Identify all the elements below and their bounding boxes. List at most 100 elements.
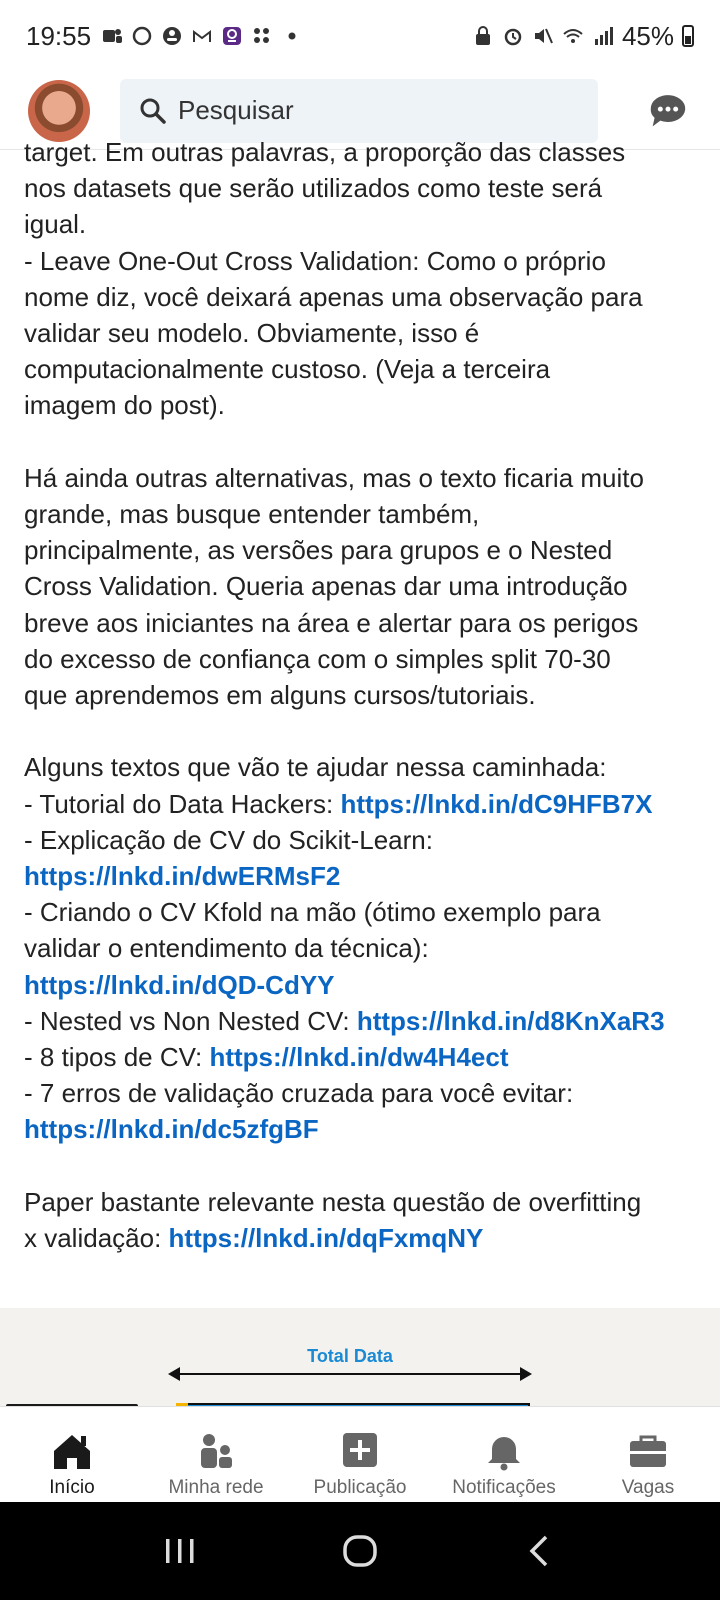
post-line-text: igual. [24,209,87,240]
status-time: 19:55 [26,20,92,51]
post-line: target. Em outras palavras, a proporção … [24,140,714,170]
post-line: igual. [24,206,714,242]
post-line-text: nos datasets que serão utilizados como t… [24,173,603,204]
post-line: validar seu modelo. Obviamente, isso é [24,315,714,351]
nav-label-notifications: Notificações [452,1477,556,1498]
nav-item-home[interactable]: Início [0,1407,144,1502]
post-line [24,1148,714,1184]
gmail-icon [193,30,212,42]
post-body: target. Em outras palavras, a proporção … [0,140,720,1308]
post-line-text: - Nested vs Non Nested CV: [24,1005,357,1036]
recents-icon[interactable] [160,1531,200,1571]
search-bar[interactable] [120,78,598,143]
post-line-text: breve aos iniciantes na área e alertar p… [24,607,639,638]
post-line-text: - Tutorial do Data Hackers: [24,788,341,819]
nav-label-jobs: Vagas [621,1477,675,1498]
lock-icon [475,26,490,45]
arrow-right-icon [520,1367,532,1381]
post-line: validar o entendimento da técnica): [24,930,714,966]
post-line-text: validar o entendimento da técnica): [24,933,429,964]
account-icon [163,27,182,45]
status-bar: 19:55 45% [0,0,720,72]
post-line-text: Cross Validation. Queria apenas dar uma … [24,571,628,602]
search-icon [140,98,166,124]
post-line: https://lnkd.in/dQD-CdYY [24,967,714,1003]
nav-label-home: Início [49,1477,95,1498]
post-link[interactable]: https://lnkd.in/d8KnXaR3 [357,1006,665,1036]
nav-item-notifications[interactable]: Notificações [432,1407,576,1502]
post-line-text: - 7 erros de validação cruzada para você… [24,1078,574,1109]
post-line: Paper bastante relevante nesta questão d… [24,1184,714,1220]
post-line: https://lnkd.in/dc5zfgBF [24,1111,714,1147]
signal-icon [594,27,613,45]
post-line-text: target. Em outras palavras, a proporção … [24,140,626,167]
battery-icon [682,25,694,47]
post-line: - Explicação de CV do Scikit-Learn: [24,822,714,858]
post-line-text: que aprendemos em alguns cursos/tutoriai… [24,680,536,711]
post-line: - 7 erros de validação cruzada para você… [24,1075,714,1111]
home-circle-icon[interactable] [340,1531,380,1571]
post-line-text: do excesso de confiança com o simples sp… [24,643,611,674]
post-line: principalmente, as versões para grupos e… [24,532,714,568]
nav-item-jobs[interactable]: Vagas [576,1407,720,1502]
post-line: que aprendemos em alguns cursos/tutoriai… [24,677,714,713]
post-line: Cross Validation. Queria apenas dar uma … [24,568,714,604]
post-link[interactable]: https://lnkd.in/dqFxmqNY [169,1223,484,1253]
post-line: breve aos iniciantes na área e alertar p… [24,605,714,641]
message-icon [650,94,686,126]
post-line: do excesso de confiança com o simples sp… [24,641,714,677]
threads-icon [132,26,152,46]
app-header [0,72,720,150]
post-line-text: - Explicação de CV do Scikit-Learn: [24,824,433,855]
post-text: target. Em outras palavras, a proporção … [24,140,714,1256]
post-line: computacionalmente custoso. (Veja a terc… [24,351,714,387]
post-line-text: - 8 tipos de CV: [24,1042,210,1073]
post-line: imagem do post). [24,387,714,423]
post-link[interactable]: https://lnkd.in/dC9HFB7X [340,789,652,819]
post-line-text: validar seu modelo. Obviamente, isso é [24,318,480,349]
post-link[interactable]: https://lnkd.in/dwERMsF2 [24,861,340,891]
post-link[interactable]: https://lnkd.in/dw4H4ect [209,1042,508,1072]
search-input[interactable] [178,95,558,126]
arrow-line [172,1373,530,1375]
profile-avatar[interactable] [28,79,90,142]
alarm-icon [504,28,522,46]
home-icon [54,1435,90,1469]
mute-icon [534,28,553,44]
nav-item-post[interactable]: Publicação [288,1407,432,1502]
post-line-text: - Leave One-Out Cross Validation: Como o… [24,245,606,276]
bell-icon [488,1437,520,1471]
post-line-text: principalmente, as versões para grupos e… [24,535,613,566]
status-left-icons [101,25,303,47]
back-icon[interactable] [520,1531,560,1571]
post-line: nos datasets que serão utilizados como t… [24,170,714,206]
system-nav-bar [0,1502,720,1600]
briefcase-icon [630,1435,666,1467]
post-line-text: grande, mas busque entender também, [24,499,480,530]
post-line-text: imagem do post). [24,390,225,421]
post-line: https://lnkd.in/dwERMsF2 [24,858,714,894]
post-image[interactable]: Total Data [0,1308,720,1408]
post-link[interactable]: https://lnkd.in/dc5zfgBF [24,1114,319,1144]
post-line: x validação: https://lnkd.in/dqFxmqNY [24,1220,714,1256]
post-link[interactable]: https://lnkd.in/dQD-CdYY [24,970,335,1000]
nav-item-network[interactable]: Minha rede [144,1407,288,1502]
diagram-title: Total Data [307,1346,393,1366]
post-line: - Criando o CV Kfold na mão (ótimo exemp… [24,894,714,930]
status-right-icons: 45% [472,21,694,52]
post-icon [343,1433,377,1467]
grid-icon [254,28,270,43]
network-icon [201,1434,232,1468]
dot-icon [288,32,296,40]
post-line-text: Alguns textos que vão te ajudar nessa ca… [24,752,607,783]
post-line-text: nome diz, você deixará apenas uma observ… [24,281,643,312]
post-line: Há ainda outras alternativas, mas o text… [24,460,714,496]
post-line: Alguns textos que vão te ajudar nessa ca… [24,749,714,785]
post-line [24,424,714,460]
bottom-nav: Início Minha rede Publicação Notificaçõe… [0,1406,720,1502]
post-line: - Tutorial do Data Hackers: https://lnkd… [24,786,714,822]
messaging-button[interactable] [644,87,692,135]
nav-label-network: Minha rede [168,1477,264,1498]
post-line-text: Há ainda outras alternativas, mas o text… [24,462,644,493]
notification-app-icon [223,27,242,45]
